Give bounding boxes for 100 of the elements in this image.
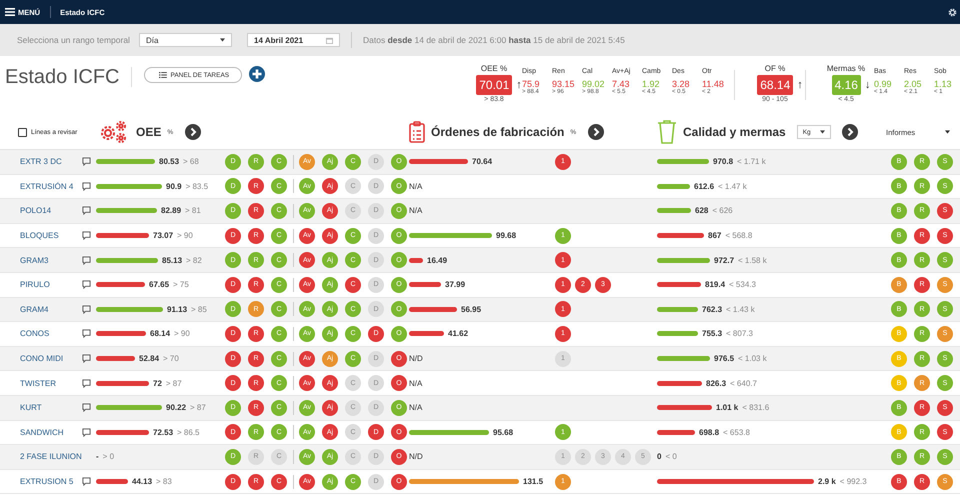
waste-value: 970.8: [713, 157, 734, 166]
waste-target: < 1.03 k: [738, 354, 767, 364]
kpi-value: 2.05: [904, 79, 923, 89]
oee-value: 73.07: [153, 231, 174, 240]
oee-value: 82.89: [161, 206, 182, 216]
waste-value: 698.8: [699, 428, 720, 437]
line-name-link[interactable]: PIRULO: [20, 280, 82, 290]
caret-icon: [945, 130, 950, 134]
orders-value: N/D: [409, 354, 423, 364]
trend-arrow: ↑: [516, 79, 522, 91]
add-icon[interactable]: [249, 66, 266, 82]
orders-value: 95.68: [493, 428, 514, 437]
waste-value: 755.3: [702, 329, 722, 338]
comment-icon[interactable]: [82, 403, 91, 412]
orders-value: 99.68: [496, 231, 516, 240]
line-name-link[interactable]: GRAM3: [20, 256, 82, 265]
line-name-link[interactable]: CONO MIDI: [20, 354, 82, 364]
date-range-text: Datos desde 14 de abril de 2021 6:00 hasta 15 de abril de 2021 5:45: [363, 35, 625, 45]
waste-target: < 0: [665, 452, 677, 462]
next-icon[interactable]: [842, 124, 858, 140]
oee-target: > 83: [156, 477, 172, 486]
oee-value: 44.13: [132, 477, 152, 486]
waste-value: 2.9 k: [818, 477, 836, 486]
next-icon[interactable]: [185, 124, 202, 140]
orders-value: N/A: [409, 403, 422, 412]
waste-target: < 1.47 k: [718, 182, 747, 191]
comment-icon[interactable]: [82, 428, 91, 437]
next-icon[interactable]: [588, 124, 604, 140]
calendar-icon: [326, 36, 333, 44]
line-name-link[interactable]: EXTR 3 DC: [20, 157, 82, 166]
line-name-link[interactable]: TWISTER: [20, 378, 82, 388]
comment-icon[interactable]: [82, 256, 91, 265]
orders-value: 16.49: [427, 256, 448, 265]
orders-value: 37.99: [445, 280, 466, 290]
comment-icon[interactable]: [82, 304, 91, 314]
waste-value: 819.4: [705, 280, 726, 290]
oee-target: > 85: [191, 304, 207, 314]
comment-icon[interactable]: [82, 157, 91, 166]
oee-target: > 86.5: [177, 428, 200, 437]
kpi-value: 7.43: [612, 79, 631, 89]
bin-icon: [657, 120, 677, 144]
waste-target: < 1.43 k: [726, 304, 755, 314]
oee-target: > 83.5: [186, 182, 208, 191]
waste-target: < 534.3: [729, 280, 756, 290]
comment-icon[interactable]: [82, 378, 91, 388]
orders-value: 70.64: [472, 157, 492, 166]
section-title: Calidad y mermas: [683, 125, 786, 139]
oee-target: > 82: [186, 256, 202, 265]
line-name-link[interactable]: EXTRUSIÓN 4: [20, 182, 82, 191]
orders-value: N/A: [409, 206, 422, 216]
comment-icon[interactable]: [82, 206, 91, 216]
page-title: Estado ICFC: [5, 66, 120, 89]
comment-icon[interactable]: [82, 477, 91, 486]
comment-icon[interactable]: [82, 280, 91, 290]
waste-value: 0: [657, 452, 662, 462]
waste-value: 628: [695, 206, 708, 216]
waste-value: 972.7: [714, 256, 734, 265]
line-name-link[interactable]: CONOS: [20, 329, 82, 338]
kpi-value: 11.48: [702, 79, 725, 89]
oee-value: 72.53: [153, 428, 174, 437]
comment-icon[interactable]: [82, 231, 91, 240]
comment-icon[interactable]: [82, 182, 91, 191]
oee-value: 67.65: [149, 280, 170, 290]
line-name-link[interactable]: BLOQUES: [20, 231, 82, 240]
list-icon: [159, 72, 168, 78]
comment-icon[interactable]: [82, 354, 91, 364]
orders-value: N/D: [409, 452, 423, 462]
oee-target: > 87: [190, 403, 206, 412]
waste-target: < 1.58 k: [738, 256, 767, 265]
line-name-link[interactable]: GRAM4: [20, 304, 82, 314]
orders-value: N/A: [409, 182, 422, 191]
oee-target: > 90: [177, 231, 193, 240]
kpi-value: 99.02: [582, 79, 606, 89]
kpi-value: 0.99: [874, 79, 893, 89]
oee-target: > 75: [173, 280, 189, 290]
oee-value: 90.9: [166, 182, 182, 191]
kpi-label: OF %: [764, 64, 786, 73]
comment-icon[interactable]: [82, 329, 91, 338]
waste-value: 976.5: [714, 354, 734, 364]
waste-target: < 640.7: [730, 378, 757, 388]
range-select[interactable]: Día: [139, 33, 232, 47]
waste-target: < 568.8: [725, 231, 752, 240]
kpi-value: 4.16: [832, 75, 861, 95]
settings-icon[interactable]: [948, 8, 957, 16]
oee-value: 68.14: [150, 329, 170, 338]
line-name-link[interactable]: POLO14: [20, 206, 82, 216]
orders-value: 56.95: [461, 304, 482, 314]
waste-value: 612.6: [694, 182, 714, 191]
line-name-link[interactable]: 2 FASE ILUNION: [20, 452, 82, 462]
waste-target: < 653.8: [723, 428, 750, 437]
line-name-link[interactable]: KURT: [20, 403, 82, 412]
date-field[interactable]: 14 Abril 2021: [247, 33, 340, 47]
line-name-link[interactable]: SANDWICH: [20, 428, 82, 437]
oee-target: > 90: [174, 329, 190, 338]
waste-value: 1.01 k: [716, 403, 738, 412]
kpi-value: 75.9: [522, 79, 541, 89]
clipboard-icon: [409, 121, 425, 143]
line-name-link[interactable]: EXTRUSION 5: [20, 477, 82, 486]
waste-target: < 831.6: [742, 403, 770, 412]
waste-target: < 807.3: [726, 329, 753, 338]
